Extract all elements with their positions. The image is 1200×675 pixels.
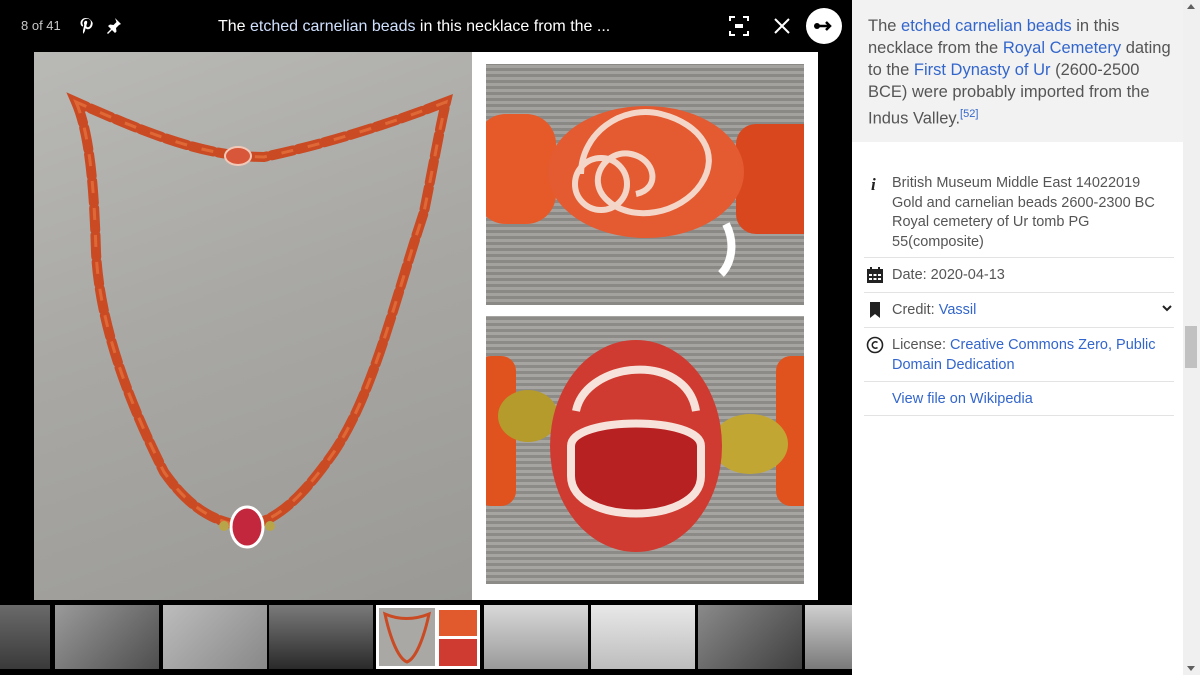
- description-text: The: [868, 17, 902, 35]
- pinterest-icon[interactable]: [78, 17, 94, 35]
- credit-row[interactable]: Credit: Vassil: [864, 293, 1174, 328]
- view-file-link[interactable]: View file on Wikipedia: [892, 391, 1033, 407]
- thumbnail[interactable]: [484, 605, 588, 669]
- date-row: Date: 2020-04-13: [864, 258, 1174, 293]
- source-row: i British Museum Middle East 14022019 Go…: [864, 166, 1174, 258]
- bookmark-icon: [870, 302, 880, 318]
- svg-text:i: i: [871, 175, 876, 193]
- calendar-icon: [867, 267, 883, 283]
- scroll-up-arrow-icon[interactable]: [1187, 4, 1195, 9]
- main-image[interactable]: [34, 52, 818, 600]
- thumbnail[interactable]: [805, 605, 852, 669]
- media-viewer: 8 of 41 The etched carnelian beads in th…: [0, 0, 852, 675]
- share-button[interactable]: [806, 8, 842, 44]
- license-row: License: Creative Commons Zero, Public D…: [864, 328, 1174, 382]
- license-label: License:: [892, 337, 951, 353]
- scrollbar[interactable]: [1183, 0, 1200, 675]
- credit-label: Credit:: [892, 302, 939, 318]
- caption-text: The: [218, 18, 251, 35]
- thumbnail[interactable]: [55, 605, 159, 669]
- necklace-image: [66, 92, 454, 549]
- image-counter: 8 of 41: [21, 18, 61, 33]
- pushpin-icon[interactable]: [106, 17, 122, 35]
- view-file-row: View file on Wikipedia: [864, 382, 1174, 416]
- viewer-toolbar: 8 of 41 The etched carnelian beads in th…: [0, 0, 852, 52]
- thumbnail[interactable]: [698, 605, 802, 669]
- scroll-thumb[interactable]: [1185, 326, 1197, 368]
- info-panel: The etched carnelian beads in this neckl…: [852, 0, 1200, 675]
- link-first-dynasty-of-ur[interactable]: First Dynasty of Ur: [914, 61, 1051, 79]
- copyright-icon: [866, 336, 884, 354]
- image-description: The etched carnelian beads in this neckl…: [868, 15, 1178, 130]
- caption-text-rest: in this necklace from the ...: [415, 18, 611, 35]
- bead-closeup-top: [486, 64, 804, 305]
- caption-link[interactable]: etched carnelian beads: [250, 18, 415, 35]
- source-text: British Museum Middle East 14022019 Gold…: [892, 175, 1155, 250]
- close-icon[interactable]: [770, 14, 794, 38]
- link-etched-carnelian-beads[interactable]: etched carnelian beads: [901, 17, 1072, 35]
- info-icon: i: [871, 175, 876, 193]
- necklace-photo: [34, 52, 472, 600]
- bead-closeup-bottom: [486, 316, 804, 584]
- credit-link[interactable]: Vassil: [939, 302, 977, 318]
- thumbnail[interactable]: [163, 605, 267, 669]
- share-icon: [814, 21, 832, 31]
- metadata-list: i British Museum Middle East 14022019 Go…: [864, 166, 1174, 416]
- thumbnail-active[interactable]: [376, 605, 480, 669]
- thumbnail[interactable]: [269, 605, 373, 669]
- image-caption: The etched carnelian beads in this neckl…: [218, 18, 610, 36]
- chevron-down-icon[interactable]: [1160, 301, 1174, 315]
- description-box: The etched carnelian beads in this neckl…: [852, 0, 1200, 142]
- scroll-down-arrow-icon[interactable]: [1187, 666, 1195, 671]
- thumbnail[interactable]: [0, 605, 50, 669]
- thumbnail-strip: [0, 603, 852, 675]
- link-royal-cemetery[interactable]: Royal Cemetery: [1003, 39, 1121, 57]
- fit-screen-icon[interactable]: [728, 15, 750, 37]
- reference-link[interactable]: [52]: [960, 108, 978, 120]
- date-text: Date: 2020-04-13: [892, 267, 1005, 283]
- thumbnail[interactable]: [591, 605, 695, 669]
